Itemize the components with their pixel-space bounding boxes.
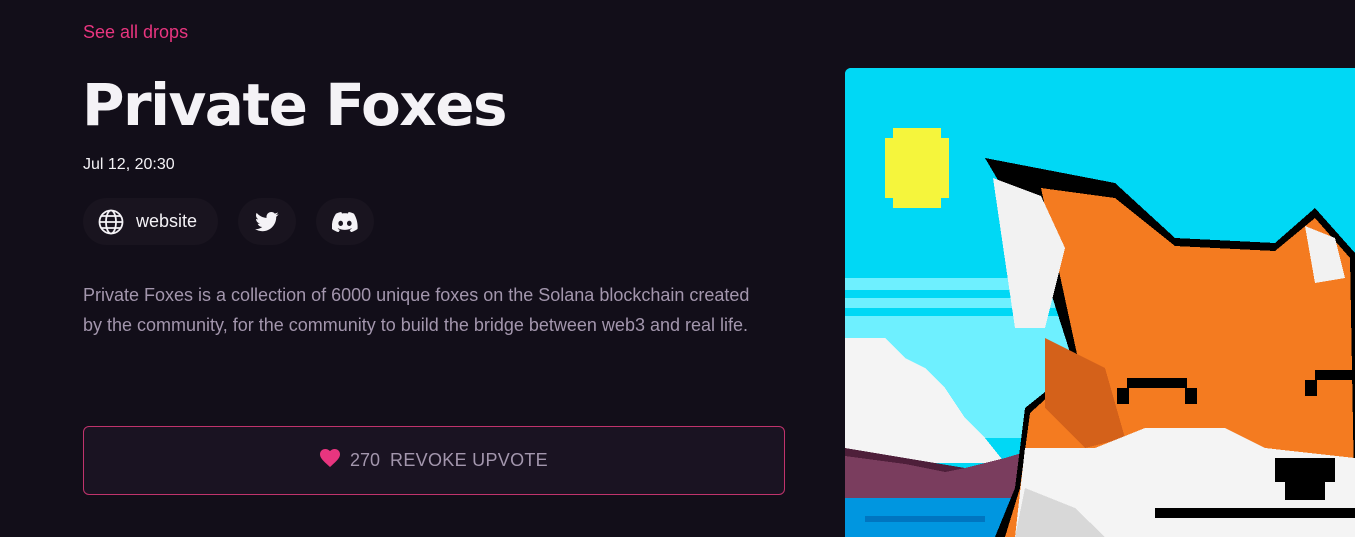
drop-page: See all drops Private Foxes Jul 12, 20:3…: [0, 0, 1355, 537]
collection-artwork: [845, 68, 1355, 537]
see-all-drops-link[interactable]: See all drops: [83, 22, 188, 43]
drop-date: Jul 12, 20:30: [83, 156, 175, 173]
discord-icon: [332, 211, 358, 232]
revoke-upvote-button[interactable]: 270 REVOKE UPVOTE: [83, 426, 785, 495]
drop-description: Private Foxes is a collection of 6000 un…: [83, 285, 750, 335]
twitter-button[interactable]: [238, 198, 296, 245]
website-button[interactable]: website: [83, 198, 218, 245]
social-links: website: [83, 198, 374, 245]
upvote-label: REVOKE UPVOTE: [390, 450, 548, 470]
twitter-icon: [255, 211, 279, 232]
page-title: Private Foxes: [82, 71, 508, 139]
discord-button[interactable]: [316, 198, 374, 245]
upvote-count: 270: [350, 450, 381, 470]
heart-icon: [320, 449, 340, 472]
globe-icon: [98, 209, 124, 235]
website-label: website: [136, 211, 198, 231]
